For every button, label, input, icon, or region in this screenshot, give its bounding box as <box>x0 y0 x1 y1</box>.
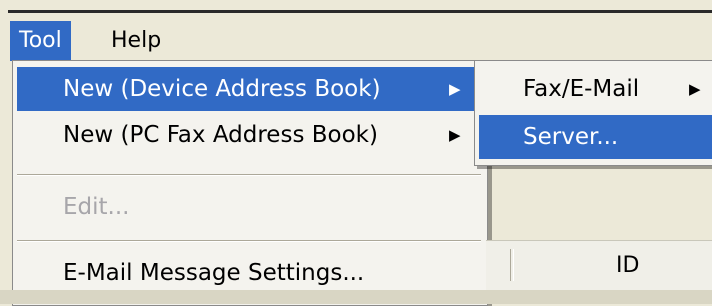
menu-item-new-pc-fax-address-book[interactable]: New (PC Fax Address Book) ▶ <box>17 113 481 157</box>
menu-item-new-device-address-book[interactable]: New (Device Address Book) ▶ <box>17 67 481 111</box>
column-header-id[interactable]: ID <box>616 241 639 291</box>
menu-item-edit: Edit... <box>17 185 481 229</box>
submenu-arrow-icon: ▶ <box>449 126 461 144</box>
submenu-arrow-icon: ▶ <box>449 80 461 98</box>
new-device-address-book-submenu: Fax/E-Mail ▶ Server... <box>474 60 712 166</box>
submenu-item-server[interactable]: Server... <box>479 115 712 159</box>
menu-help[interactable]: Help <box>102 21 170 61</box>
background-strip <box>0 290 712 304</box>
menu-item-label: Server... <box>523 124 619 150</box>
menu-item-label: New (PC Fax Address Book) <box>63 122 378 148</box>
tool-menu-dropdown: New (Device Address Book) ▶ New (PC Fax … <box>12 60 488 306</box>
submenu-arrow-icon: ▶ <box>689 80 701 98</box>
menu-item-label: Edit... <box>63 194 130 220</box>
list-column-header: ID <box>486 240 712 291</box>
menu-separator <box>17 240 481 242</box>
menu-tool[interactable]: Tool <box>10 21 71 61</box>
menu-item-label: E-Mail Message Settings... <box>63 260 365 286</box>
menu-item-label: New (Device Address Book) <box>63 76 381 102</box>
column-separator[interactable] <box>510 249 514 281</box>
submenu-item-fax-email[interactable]: Fax/E-Mail ▶ <box>479 67 712 111</box>
menu-item-email-message-settings[interactable]: E-Mail Message Settings... <box>17 251 481 295</box>
menu-separator <box>17 174 481 176</box>
menu-bar: Tool Help <box>8 10 712 61</box>
menu-item-label: Fax/E-Mail <box>523 76 640 102</box>
